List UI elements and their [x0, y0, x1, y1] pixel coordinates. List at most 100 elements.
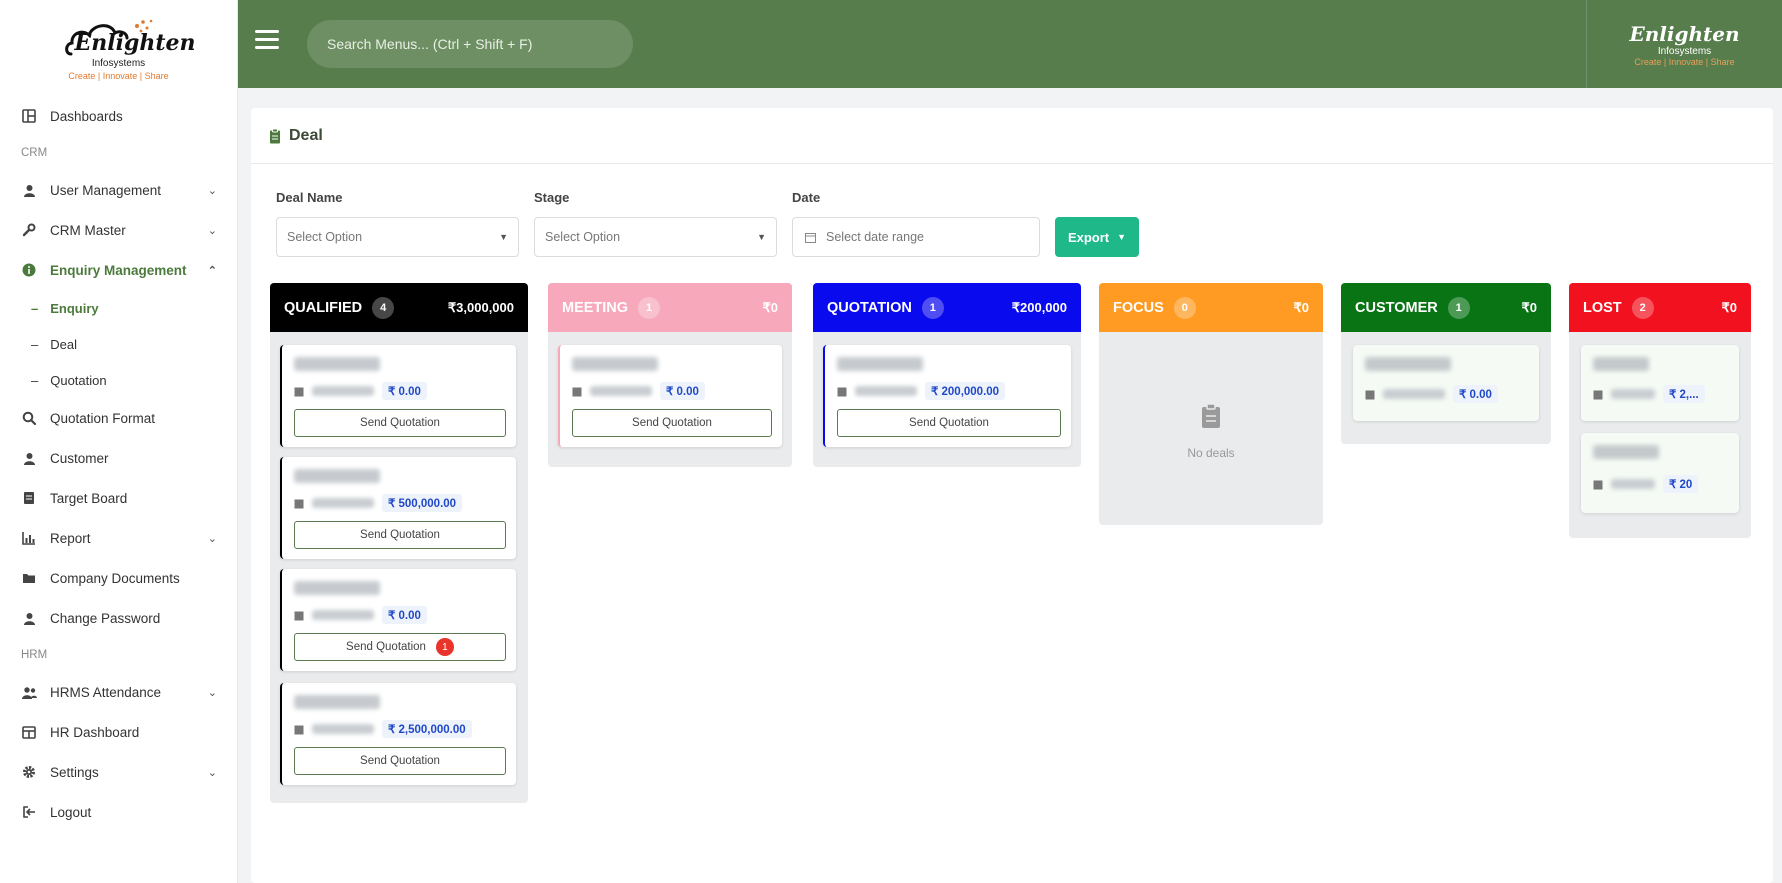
- caret-down-icon: ▼: [499, 232, 508, 242]
- deal-name-blurred: [294, 581, 380, 595]
- export-button[interactable]: Export ▼: [1055, 217, 1139, 257]
- sidebar-item-label: HR Dashboard: [50, 724, 140, 740]
- brand-logo[interactable]: Enlighten Infosystems Create | Innovate …: [0, 0, 237, 96]
- sidebar-item-report[interactable]: Report ⌄: [0, 518, 237, 558]
- count-badge: 2: [1631, 296, 1654, 319]
- clipboard-icon: [1199, 403, 1223, 432]
- sidebar-item-company-documents[interactable]: Company Documents: [0, 558, 237, 598]
- sidebar-subitem-quotation[interactable]: – Quotation: [0, 362, 237, 398]
- sidebar-item-label: Quotation Format: [50, 410, 156, 426]
- topbar-logo[interactable]: Enlighten Infosystems Create | Innovate …: [1586, 0, 1782, 88]
- deal-card-item[interactable]: ₹ 2,500,000.00 Send Quotation: [280, 683, 516, 785]
- sidebar-item-label: Settings: [50, 764, 99, 780]
- page-header: Deal: [251, 108, 1773, 164]
- column-header[interactable]: QUALIFIED 4 ₹3,000,000: [270, 283, 528, 332]
- deal-amount: ₹ 2,...: [1663, 385, 1705, 403]
- deal-card-item[interactable]: ₹ 2,...: [1581, 345, 1739, 421]
- sidebar-item-crm-master[interactable]: CRM Master ⌄: [0, 210, 237, 250]
- send-quotation-button[interactable]: Send Quotation: [572, 409, 772, 437]
- sidebar-subitem-deal[interactable]: – Deal: [0, 326, 237, 362]
- column-header[interactable]: MEETING 1 ₹0: [548, 283, 792, 332]
- sidebar-item-settings[interactable]: Settings ⌄: [0, 752, 237, 792]
- sidebar-item-label: User Management: [50, 182, 162, 198]
- sidebar: Enlighten Infosystems Create | Innovate …: [0, 0, 238, 883]
- deal-card-item[interactable]: ₹ 20: [1581, 433, 1739, 513]
- deal-card-item[interactable]: ₹ 0.00 Send Quotation 1: [280, 569, 516, 671]
- column-amount: ₹0: [1521, 299, 1537, 315]
- deal-amount: ₹ 0.00: [1453, 385, 1498, 403]
- chevron-down-icon: ⌄: [207, 184, 217, 197]
- calendar-icon: [837, 386, 847, 397]
- section-label-hrm: HRM: [21, 649, 48, 661]
- user-icon: [21, 182, 37, 198]
- deal-name-blurred: [1593, 357, 1649, 371]
- deal-amount: ₹ 0.00: [382, 382, 427, 400]
- sidebar-subitem-enquiry[interactable]: – Enquiry: [0, 290, 237, 326]
- deal-card: Deal Deal Name Select Option ▼ Stage Sele…: [251, 108, 1773, 883]
- deal-card-item[interactable]: ₹ 0.00 Send Quotation: [280, 345, 516, 447]
- date-range-input[interactable]: Select date range: [792, 217, 1040, 257]
- deal-name-blurred: [1593, 445, 1659, 459]
- sidebar-item-hrms-attendance[interactable]: HRMS Attendance ⌄: [0, 672, 237, 712]
- subitem-label: Enquiry: [50, 300, 99, 316]
- section-label-crm: CRM: [21, 147, 48, 159]
- sidebar-item-target-board[interactable]: Target Board: [0, 478, 237, 518]
- stage-select[interactable]: Select Option ▼: [534, 217, 777, 257]
- calendar-icon: [294, 498, 304, 509]
- calendar-icon: [294, 724, 304, 735]
- sidebar-item-label: Enquiry Management: [50, 262, 187, 278]
- calendar-icon: [1593, 389, 1603, 400]
- sidebar-item-dashboards[interactable]: Dashboards: [0, 96, 237, 136]
- deal-card-item[interactable]: ₹ 0.00 Send Quotation: [558, 345, 782, 447]
- chevron-down-icon: ⌄: [207, 766, 217, 779]
- search-input[interactable]: Search Menus... (Ctrl + Shift + F): [307, 20, 633, 68]
- topbar-brand-sub: Infosystems: [1657, 45, 1712, 57]
- topbar: Search Menus... (Ctrl + Shift + F) Enlig…: [238, 0, 1782, 88]
- deal-amount: ₹ 2,500,000.00: [382, 720, 472, 738]
- sidebar-item-change-password[interactable]: Change Password: [0, 598, 237, 638]
- deal-name-select[interactable]: Select Option ▼: [276, 217, 519, 257]
- sidebar-item-label: Target Board: [50, 490, 128, 506]
- count-badge: 0: [1173, 296, 1196, 319]
- filter-deal-name: Deal Name Select Option ▼: [276, 190, 519, 257]
- deal-amount: ₹ 200,000.00: [925, 382, 1006, 400]
- sidebar-item-user-management[interactable]: User Management ⌄: [0, 170, 237, 210]
- count-badge: 1: [921, 296, 944, 319]
- chevron-down-icon: ⌄: [207, 686, 217, 699]
- column-header[interactable]: FOCUS 0 ₹0: [1099, 283, 1323, 332]
- sidebar-item-label: Logout: [50, 804, 92, 820]
- sidebar-item-customer[interactable]: Customer: [0, 438, 237, 478]
- sidebar-item-logout[interactable]: Logout: [0, 792, 237, 832]
- document-icon: [21, 490, 37, 506]
- column-amount: ₹0: [1721, 299, 1737, 315]
- sidebar-item-quotation-format[interactable]: Quotation Format: [0, 398, 237, 438]
- user-key-icon: [21, 610, 37, 626]
- column-header[interactable]: CUSTOMER 1 ₹0: [1341, 283, 1551, 332]
- send-quotation-button[interactable]: Send Quotation: [837, 409, 1061, 437]
- search-icon: [21, 410, 37, 426]
- deal-card-item[interactable]: ₹ 0.00: [1353, 345, 1539, 421]
- column-header[interactable]: QUOTATION 1 ₹200,000: [813, 283, 1081, 332]
- deal-name-blurred: [294, 357, 380, 371]
- logo-cloud: Enlighten: [63, 16, 196, 60]
- column-lost: LOST 2 ₹0 ₹ 2,... ₹ 20: [1569, 283, 1751, 538]
- calendar-icon: [294, 610, 304, 621]
- send-quotation-button[interactable]: Send Quotation 1: [294, 633, 506, 661]
- sidebar-item-hr-dashboard[interactable]: HR Dashboard: [0, 712, 237, 752]
- wrench-icon: [21, 222, 37, 238]
- dashboard-icon: [21, 108, 37, 124]
- send-quotation-button[interactable]: Send Quotation: [294, 747, 506, 775]
- send-quotation-button[interactable]: Send Quotation: [294, 521, 506, 549]
- column-header[interactable]: LOST 2 ₹0: [1569, 283, 1751, 332]
- deal-card-item[interactable]: ₹ 500,000.00 Send Quotation: [280, 457, 516, 559]
- filters-bar: Deal Name Select Option ▼ Stage Select Op…: [276, 190, 1139, 257]
- clipboard-icon: [269, 128, 281, 144]
- count-badge: 1: [1447, 296, 1470, 319]
- sidebar-nav: Dashboards CRM User Management ⌄ CRM Mas…: [0, 96, 237, 832]
- deal-amount: ₹ 500,000.00: [382, 494, 463, 512]
- sidebar-item-enquiry-management[interactable]: Enquiry Management ⌃: [0, 250, 237, 290]
- empty-state-text: No deals: [1187, 446, 1235, 460]
- deal-card-item[interactable]: ₹ 200,000.00 Send Quotation: [823, 345, 1071, 447]
- send-quotation-button[interactable]: Send Quotation: [294, 409, 506, 437]
- hamburger-menu-icon[interactable]: [255, 30, 279, 50]
